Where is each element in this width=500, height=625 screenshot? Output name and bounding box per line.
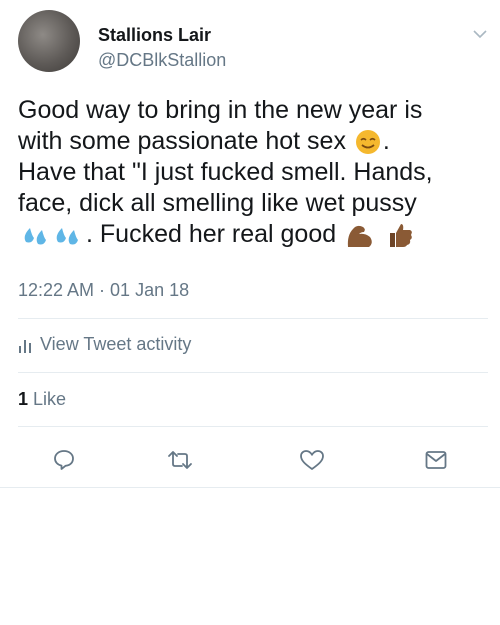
author-names[interactable]: Stallions Lair @DCBlkStallion	[98, 24, 226, 71]
user-handle[interactable]: @DCBlkStallion	[98, 49, 226, 71]
tweet-timestamp[interactable]: 12:22 AM · 01 Jan 18	[18, 280, 189, 301]
tweet-line-text: . Fucked her real good	[86, 220, 337, 248]
divider	[18, 318, 488, 319]
reply-button[interactable]	[44, 440, 84, 480]
retweet-button[interactable]	[160, 440, 200, 480]
like-number: 1	[18, 389, 29, 409]
tweet-line-text: .	[382, 127, 390, 155]
tweet-line: Have that "I just fucked smell. Hands,	[18, 158, 433, 186]
tweet-line: face, dick all smelling like wet pussy	[18, 189, 417, 217]
tweet-actions	[0, 440, 500, 480]
chevron-down-icon[interactable]	[472, 26, 488, 42]
divider	[18, 372, 488, 373]
sweat-droplets-icon	[24, 228, 78, 245]
tweet-line: . Fucked her real good	[18, 219, 488, 250]
like-count[interactable]: 1 Like	[18, 389, 66, 410]
reply-icon	[54, 450, 74, 470]
smiling-face-icon	[355, 130, 380, 155]
thumbs-up-icon	[390, 224, 412, 248]
display-name[interactable]: Stallions Lair	[98, 24, 226, 46]
heart-icon	[300, 450, 324, 470]
avatar[interactable]	[18, 10, 80, 72]
like-label: Like	[28, 389, 67, 409]
tweet-text: Good way to bring in the new year is wit…	[18, 95, 488, 250]
direct-message-button[interactable]	[416, 440, 456, 480]
tweet-line-text: with some passionate hot sex	[18, 127, 346, 155]
view-tweet-activity[interactable]: View Tweet activity	[18, 334, 191, 355]
tweet-line: Good way to bring in the new year is	[18, 96, 423, 124]
retweet-icon	[168, 451, 192, 469]
divider	[0, 487, 500, 488]
bar-chart-icon	[19, 339, 31, 353]
activity-label: View Tweet activity	[40, 334, 192, 354]
tweet-line: with some passionate hot sex .	[18, 126, 488, 157]
divider	[18, 426, 488, 427]
tweet-header: Stallions Lair @DCBlkStallion	[18, 8, 488, 80]
like-button[interactable]	[292, 440, 332, 480]
envelope-icon	[425, 451, 447, 469]
flexed-biceps-icon	[347, 226, 372, 248]
